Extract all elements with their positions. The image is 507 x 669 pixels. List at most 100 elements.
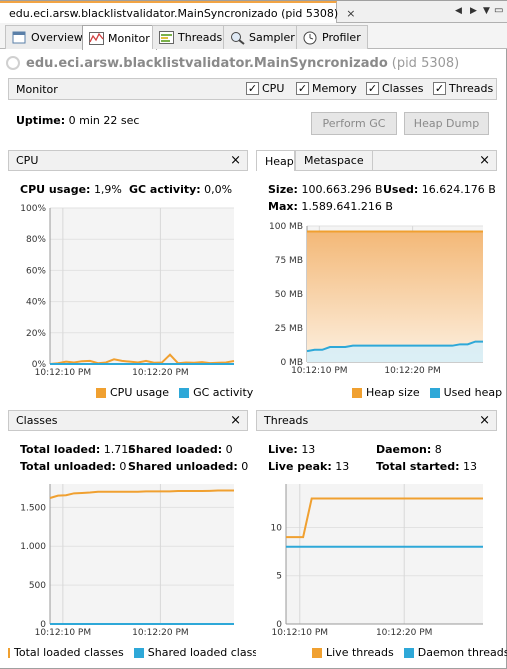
total-loaded-label: Total loaded: [20,443,101,456]
legend-swatch-shared-loaded [133,647,144,658]
tab-sampler[interactable]: Sampler [223,25,302,49]
y-tick-label: 100% [20,204,46,214]
classes-checkbox[interactable]: ✓ Classes [366,82,423,95]
tab-overview[interactable]: Overview [5,25,90,49]
memory-checkbox[interactable]: ✓ Memory [296,82,357,95]
cpu-usage-label: CPU usage: [20,183,91,196]
live-threads-value: 13 [301,443,316,456]
heap-used-stat: Used: 16.624.176 B [383,183,496,196]
threads-chart: 105010:12:10 PM 10:12:20 PM [271,484,484,638]
tab-threads-label: Threads [178,31,223,44]
cpu-usage-stat: CPU usage: 1,9% [20,183,122,196]
y-tick-label: 1.500 [20,503,46,513]
cpu-chart: 100%80%60%40%20%0%10:12:10 PM 10:12:20 PM [20,204,235,378]
legend-live-threads: Live threads [326,646,394,659]
y-tick-label: 75 MB [275,256,303,266]
profiler-icon [302,31,318,45]
close-icon[interactable]: × [346,7,355,20]
plot-area [286,484,483,624]
close-icon[interactable]: × [479,413,490,428]
shared-unloaded-stat: Shared unloaded: 0 [128,460,248,473]
monitor-toolbar: Monitor ✓ CPU ✓ Memory ✓ Classes ✓ Threads [8,78,497,100]
daemon-threads-stat: Daemon: 8 [376,443,442,456]
scroll-left-icon[interactable]: ◀ [455,6,462,16]
tab-heap[interactable]: Heap [256,150,295,171]
legend-swatch-used-heap [429,387,440,398]
total-unloaded-label: Total unloaded: [20,460,116,473]
shared-loaded-label: Shared loaded: [128,443,223,456]
memory-checkbox-label: Memory [312,82,357,95]
classes-chart: 1.5001.000500010:12:10 PM 10:12:20 PM [20,484,235,638]
status-indicator-icon [6,56,20,70]
threads-icon [158,31,174,45]
memory-panel: × Heap Metaspace Size: 100.663.296 B Use… [256,150,502,405]
x-tick-label: 10:12:10 PM [35,628,91,638]
legend-shared-loaded: Shared loaded classes [147,646,271,659]
total-started-stat: Total started: 13 [376,460,477,473]
close-icon[interactable]: × [230,413,241,428]
live-threads-label: Live: [268,443,298,456]
visualvm-window: edu.eci.arsw.blacklistvalidator.MainSync… [0,0,507,669]
app-name: edu.eci.arsw.blacklistvalidator.MainSync… [26,55,388,71]
threads-panel: Threads × Live: 13 Daemon: 8 Live peak: … [256,410,507,665]
uptime-value: 0 min 22 sec [68,114,140,127]
y-tick-label: 100 MB [269,222,303,232]
classes-panel-header: Classes × [8,410,248,431]
y-tick-label: 10 [271,523,283,533]
gc-activity-label: GC activity: [129,183,201,196]
shared-loaded-stat: Shared loaded: 0 [128,443,233,456]
legend-swatch-total-loaded [8,647,10,658]
tab-list-icon[interactable]: ▼ [483,6,490,16]
tab-metaspace[interactable]: Metaspace [295,150,373,171]
app-pid: (pid 5308) [391,55,460,71]
restore-window-icon[interactable]: ▭ [494,5,503,16]
monitor-icon [88,31,104,45]
heap-max-label: Max: [268,200,298,213]
total-started-value: 13 [463,460,478,473]
shared-unloaded-value: 0 [241,460,249,473]
tab-profiler[interactable]: Profiler [296,25,368,49]
legend-swatch-heap-size [352,387,362,398]
window-tab-title: edu.eci.arsw.blacklistvalidator.MainSync… [9,6,339,20]
heap-used-value: 16.624.176 B [421,183,496,196]
gc-activity-value: 0,0% [204,183,233,196]
legend-daemon-threads: Daemon threads [417,646,507,659]
cpu-panel: CPU × CPU usage: 1,9% GC activity: 0,0% … [8,150,253,405]
tab-monitor[interactable]: Monitor [82,25,157,50]
live-threads-stat: Live: 13 [268,443,315,456]
close-icon[interactable]: × [479,153,490,168]
cpu-checkbox[interactable]: ✓ CPU [246,82,284,95]
cpu-legend: CPU usage GC activity [96,386,253,399]
tab-threads[interactable]: Threads [152,25,230,49]
legend-total-loaded: Total loaded classes [14,646,124,659]
checkbox-check-icon: ✓ [296,82,309,95]
threads-legend: Live threads Daemon threads [312,646,507,659]
y-tick-label: 25 MB [275,324,303,334]
gc-activity-stat: GC activity: 0,0% [129,183,232,196]
cpu-usage-value: 1,9% [93,183,122,196]
daemon-threads-value: 8 [434,443,442,456]
total-unloaded-value: 0 [119,460,127,473]
tab-profiler-label: Profiler [322,31,361,44]
perform-gc-button[interactable]: Perform GC [311,112,397,135]
classes-checkbox-label: Classes [382,82,424,95]
legend-cpu-usage: CPU usage [110,386,170,399]
legend-swatch-cpu-usage [96,387,106,398]
close-icon[interactable]: × [230,153,241,168]
threads-checkbox[interactable]: ✓ Threads [433,82,493,95]
classes-legend: Total loaded classes Shared loaded class… [8,646,271,659]
x-tick-label: 10:12:10 PM [272,628,328,638]
series-heap-size-area [307,231,483,362]
y-tick-label: 60% [26,266,46,276]
heap-dump-button[interactable]: Heap Dump [404,112,489,135]
x-tick-label: 10:12:20 PM [132,368,188,378]
y-tick-label: 500 [29,581,46,591]
total-started-label: Total started: [376,460,460,473]
checkbox-check-icon: ✓ [433,82,446,95]
x-tick-label: 10:12:20 PM [132,628,188,638]
scroll-right-icon[interactable]: ▶ [470,6,477,16]
heap-size-stat: Size: 100.663.296 B [268,183,383,196]
live-peak-stat: Live peak: 13 [268,460,349,473]
window-tab[interactable]: edu.eci.arsw.blacklistvalidator.MainSync… [0,1,355,23]
tab-overview-label: Overview [31,31,83,44]
